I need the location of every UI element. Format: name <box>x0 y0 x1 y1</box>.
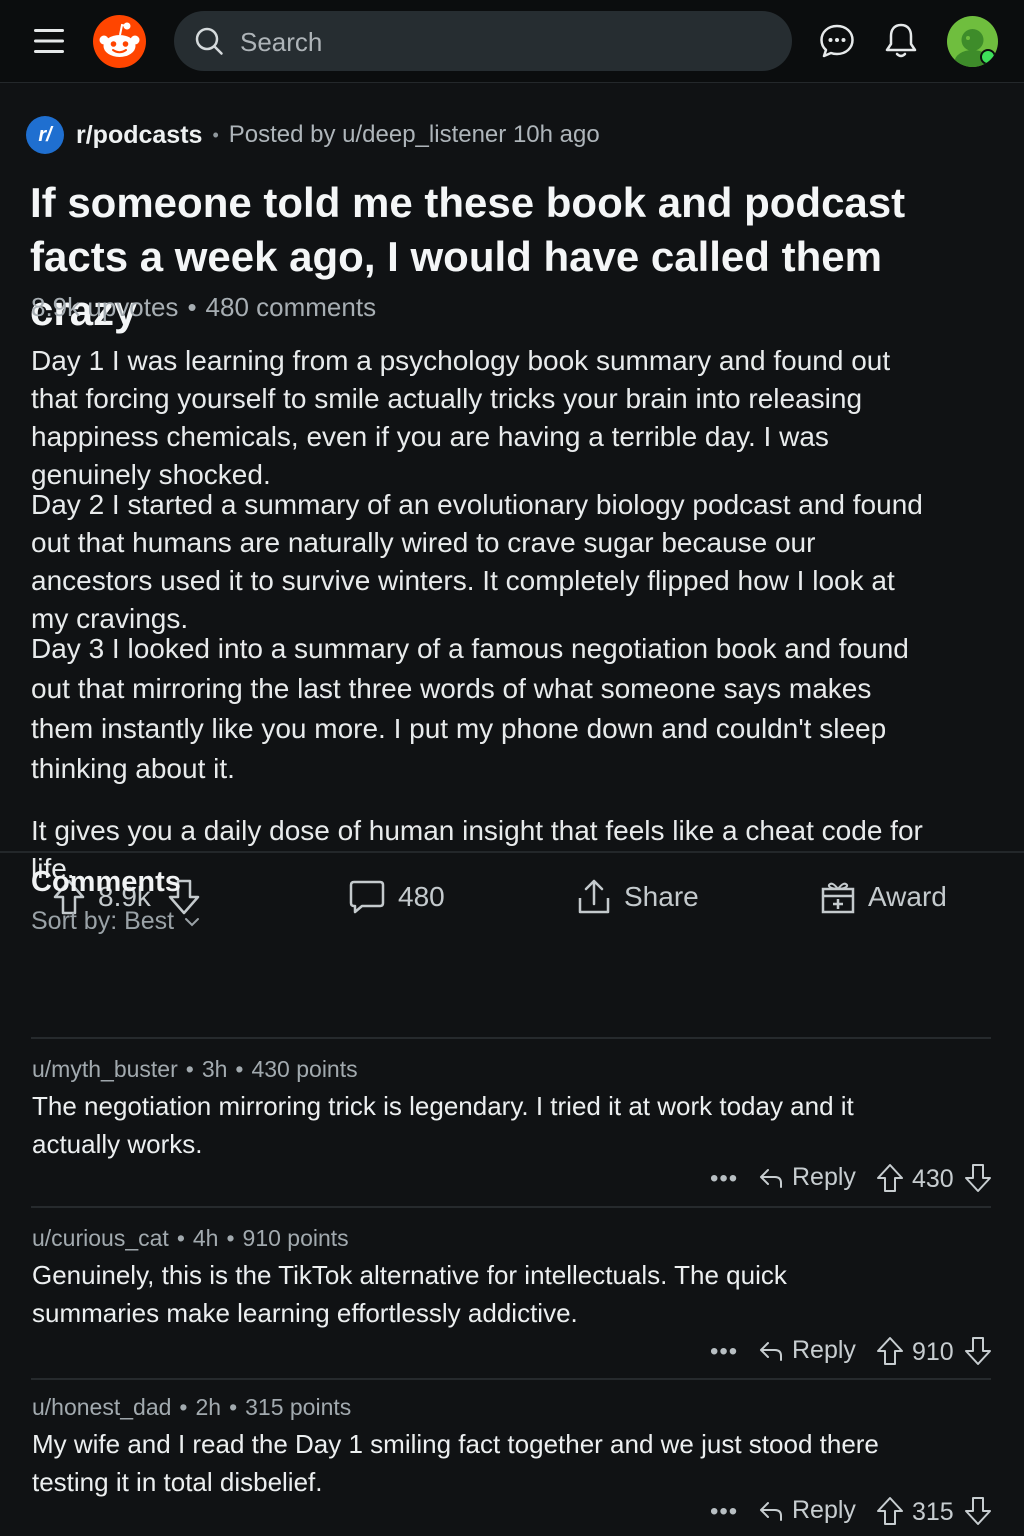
comment-points: 430 points <box>251 1056 358 1082</box>
comment-text: Genuinely, this is the TikTok alternativ… <box>32 1260 787 1328</box>
separator-dot: • <box>229 1394 238 1420</box>
post-header: r/ r/podcasts • Posted by u/deep_listene… <box>26 116 600 154</box>
comment-author[interactable]: u/honest_dad <box>32 1394 171 1420</box>
online-status-dot <box>980 49 996 65</box>
comment-points: 910 points <box>242 1225 349 1251</box>
upvote-icon[interactable] <box>876 1496 904 1526</box>
comment-score: 315 <box>912 1498 954 1526</box>
comment-text: My wife and I read the Day 1 smiling fac… <box>32 1429 879 1497</box>
separator-dot: • <box>226 1225 235 1251</box>
top-bar <box>0 0 1024 83</box>
separator-dot: • <box>176 1225 185 1251</box>
post-paragraph: Day 1 I was learning from a psychology b… <box>31 345 891 490</box>
comment-age: 3h <box>201 1056 228 1082</box>
comment-actions: ••• Reply 315 <box>0 1492 1024 1532</box>
comments-heading: Comments <box>31 866 181 898</box>
comment-score: 430 <box>912 1165 954 1193</box>
chevron-down-icon <box>185 917 200 926</box>
subreddit-icon[interactable]: r/ <box>26 116 64 154</box>
section-divider <box>0 851 1024 853</box>
subreddit-name[interactable]: r/podcasts <box>76 121 202 150</box>
reply-button[interactable]: Reply <box>758 1496 856 1525</box>
comment-actions: ••• Reply 910 <box>0 1332 1024 1372</box>
comment-meta: u/curious_cat • 4h • 910 points <box>32 1225 349 1252</box>
sort-label: Sort by: Best <box>31 907 175 935</box>
comment-author[interactable]: u/curious_cat <box>32 1225 169 1251</box>
avatar[interactable] <box>947 16 998 67</box>
downvote-icon[interactable] <box>964 1163 992 1193</box>
comment-text: The negotiation mirroring trick is legen… <box>32 1091 854 1159</box>
comment-age: 4h <box>192 1225 219 1251</box>
posted-by: Posted by u/deep_listener 10h ago <box>228 121 600 148</box>
search-input[interactable] <box>238 11 762 73</box>
menu-icon[interactable] <box>32 26 66 56</box>
comment-points: 315 points <box>245 1394 352 1420</box>
sort-dropdown[interactable]: Sort by: Best <box>31 907 200 936</box>
comment-meta: u/honest_dad • 2h • 315 points <box>32 1394 351 1421</box>
reply-button[interactable]: Reply <box>758 1336 856 1365</box>
share-button[interactable]: Share <box>576 869 699 925</box>
comment-count: 480 comments <box>205 292 377 322</box>
comment-divider <box>31 1037 991 1039</box>
post-paragraph: Day 2 I started a summary of an evolutio… <box>31 489 923 634</box>
bell-icon[interactable] <box>883 21 919 59</box>
share-icon <box>578 879 610 914</box>
reply-icon <box>760 1501 782 1521</box>
reddit-logo[interactable] <box>93 15 146 68</box>
reply-icon <box>760 1168 782 1188</box>
comment-actions: ••• Reply 430 <box>0 1159 1024 1199</box>
comment-divider <box>31 1206 991 1208</box>
more-options-icon[interactable]: ••• <box>710 1338 738 1366</box>
search-bar[interactable] <box>174 11 792 73</box>
upvote-count: 8.9k upvotes <box>31 292 179 322</box>
comment-author[interactable]: u/myth_buster <box>32 1056 178 1082</box>
separator-dot: • <box>235 1056 244 1082</box>
reply-icon <box>760 1341 782 1361</box>
upvote-icon[interactable] <box>876 1336 904 1366</box>
comment-age: 2h <box>195 1394 222 1420</box>
reply-button[interactable]: Reply <box>758 1163 856 1192</box>
more-options-icon[interactable]: ••• <box>710 1498 738 1526</box>
award-button[interactable]: Award <box>820 869 947 925</box>
downvote-icon[interactable] <box>964 1336 992 1366</box>
more-options-icon[interactable]: ••• <box>710 1165 738 1193</box>
separator-dot: • <box>187 292 197 322</box>
comment-divider <box>31 1378 991 1380</box>
comment-score: 910 <box>912 1338 954 1366</box>
separator-dot: • <box>212 124 219 145</box>
comments-button[interactable]: 480 <box>348 869 445 925</box>
downvote-icon[interactable] <box>964 1496 992 1526</box>
post-paragraph: Day 3 I looked into a summary of a famou… <box>31 633 909 784</box>
search-icon <box>195 27 223 55</box>
separator-dot: • <box>179 1394 188 1420</box>
upvote-icon[interactable] <box>876 1163 904 1193</box>
award-icon <box>821 882 855 914</box>
separator-dot: • <box>185 1056 194 1082</box>
comment-icon <box>349 880 385 914</box>
post-stats: 8.9k upvotes • 480 comments <box>31 292 376 323</box>
comment-meta: u/myth_buster • 3h • 430 points <box>32 1056 358 1083</box>
chat-icon[interactable] <box>818 22 856 60</box>
